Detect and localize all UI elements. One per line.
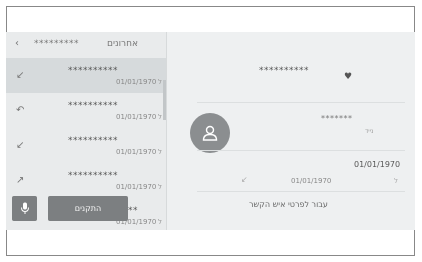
call-list-item[interactable]: ↙ ********** 01/01/1970 ל <box>6 58 166 93</box>
call-list-item[interactable]: ↗ ********** 01/01/1970 ל <box>6 163 166 198</box>
devices-button[interactable]: התקנים <box>48 196 128 221</box>
recent-calls-panel: ‹ ********* אחרונים ↙ ********** 01/01/1… <box>6 32 166 230</box>
contact-name: ********** <box>259 66 309 76</box>
chevron-left-icon[interactable]: ‹ <box>15 38 19 49</box>
incoming-call-icon: ↙ <box>241 175 248 184</box>
call-list-item[interactable]: ↙ ********** 01/01/1970 ל <box>6 128 166 163</box>
person-icon <box>202 125 218 141</box>
missed-call-icon: ↶ <box>16 105 25 116</box>
microphone-button[interactable] <box>12 196 37 221</box>
recents-title: אחרונים <box>107 39 139 49</box>
contact-name-masked: ********* <box>34 39 79 49</box>
call-list-item[interactable]: ↶ ********** 01/01/1970 ל <box>6 93 166 128</box>
heart-icon[interactable]: ♥ <box>344 72 352 82</box>
call-name: ********** <box>68 171 118 181</box>
call-history-date: 01/01/1970 <box>291 177 332 185</box>
phone-number[interactable]: ******* <box>321 114 353 123</box>
call-date: 01/01/1970 <box>116 113 157 121</box>
call-name: ********** <box>68 101 118 111</box>
last-call-date: 01/01/1970 <box>354 160 401 169</box>
avatar <box>190 113 230 153</box>
call-suffix: ל <box>158 113 162 121</box>
call-suffix: ל <box>158 218 162 226</box>
contact-details-button[interactable]: עבור לפרטי איש הקשר <box>249 200 328 209</box>
call-suffix: ל <box>158 183 162 191</box>
call-date: 01/01/1970 <box>116 78 157 86</box>
call-history-suffix: ל <box>394 177 398 185</box>
phone-screen: ‹ ********* אחרונים ↙ ********** 01/01/1… <box>6 32 415 230</box>
incoming-call-icon: ↙ <box>16 140 25 151</box>
call-date: 01/01/1970 <box>116 183 157 191</box>
outgoing-call-icon: ↗ <box>16 175 25 186</box>
divider <box>197 102 405 103</box>
call-date: 01/01/1970 <box>116 148 157 156</box>
call-suffix: ל <box>158 78 162 86</box>
call-name: ********** <box>68 66 118 76</box>
call-suffix: ל <box>158 148 162 156</box>
call-name: ********** <box>68 136 118 146</box>
incoming-call-icon: ↙ <box>16 70 25 81</box>
divider <box>197 150 405 151</box>
divider <box>197 191 405 192</box>
microphone-icon <box>20 202 29 214</box>
contact-detail-panel: ********** ♥ ******* נייד 01/01/1970 ↙ 0… <box>167 32 415 230</box>
breadcrumb: ‹ ********* אחרונים <box>6 32 166 58</box>
phone-number-label: נייד <box>365 128 374 135</box>
